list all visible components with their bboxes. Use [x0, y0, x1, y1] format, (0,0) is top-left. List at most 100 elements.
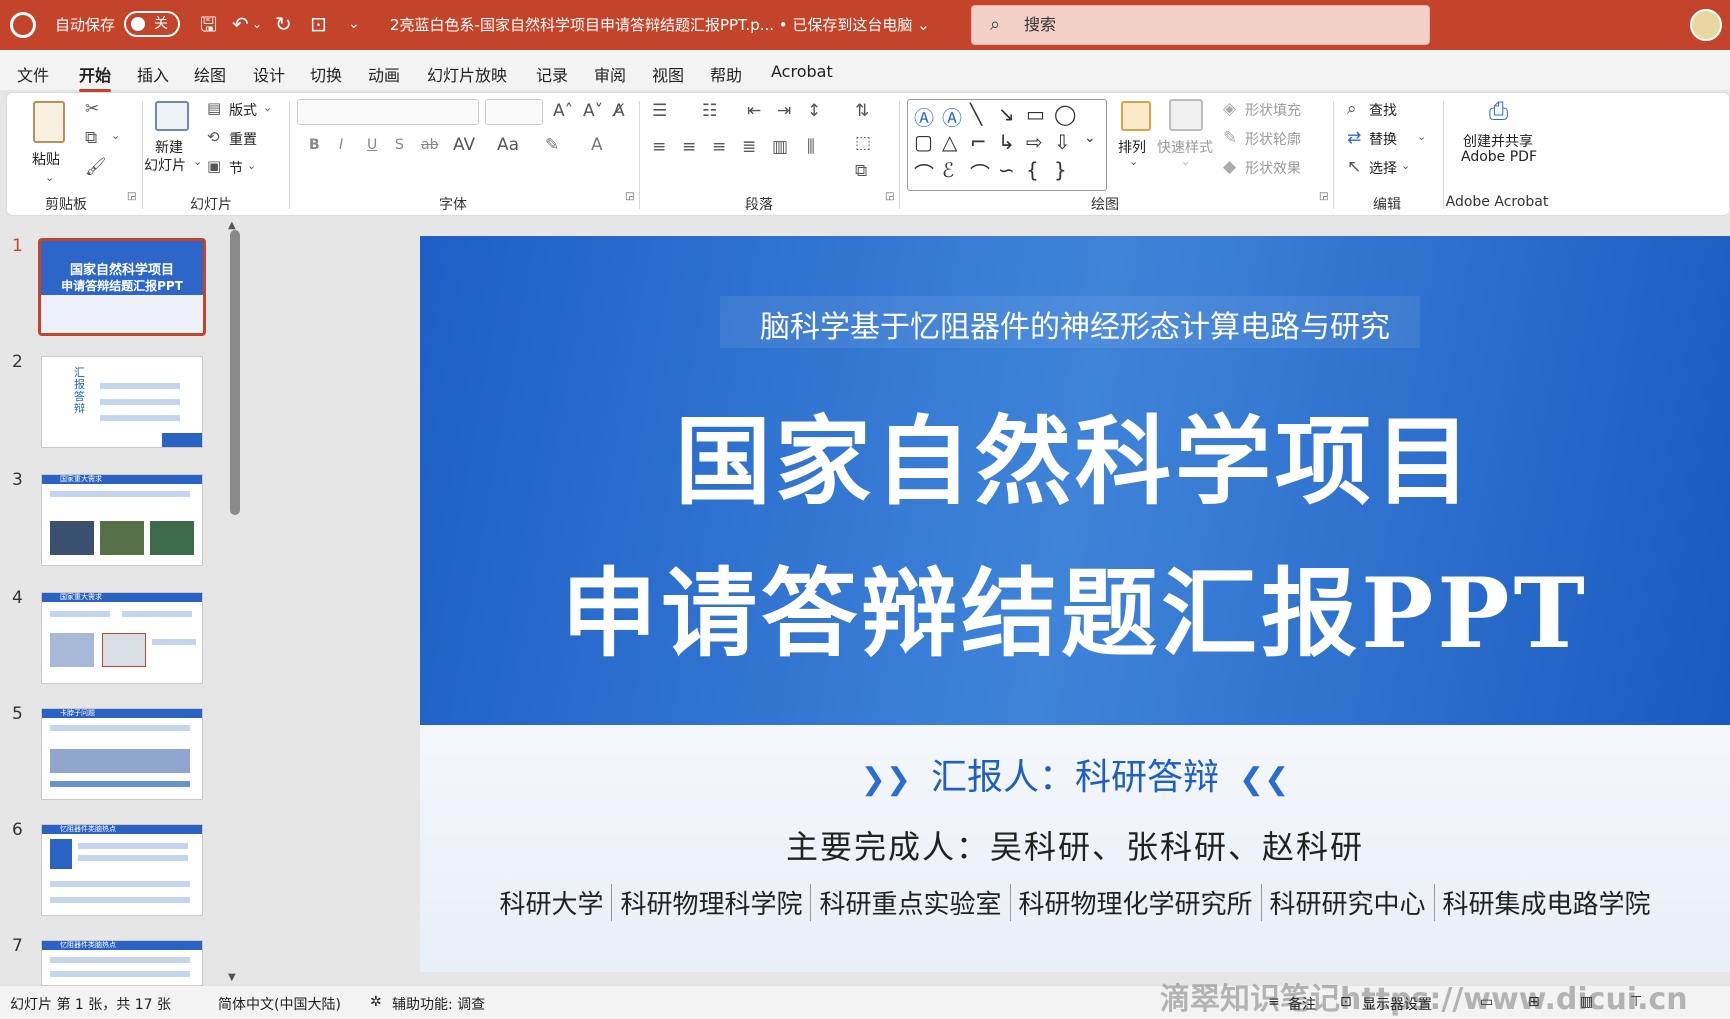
find-icon[interactable]: ⌕	[1347, 99, 1357, 119]
new-slide-label-1[interactable]: 新建	[155, 137, 183, 157]
arc-shape-icon[interactable]: ⌒	[970, 158, 990, 187]
select-label[interactable]: 选择	[1369, 158, 1397, 178]
text-direction-icon[interactable]: ⇅	[855, 101, 869, 121]
avatar[interactable]	[1690, 9, 1722, 41]
layout-icon[interactable]: ▤	[207, 99, 221, 117]
copy-icon[interactable]: ⧉	[85, 128, 97, 148]
line-spacing-icon[interactable]: ↕	[807, 101, 821, 121]
distributed-icon[interactable]: ▥	[772, 137, 788, 157]
slide-thumbnail-3[interactable]: 国家重大需求	[41, 474, 203, 566]
find-label[interactable]: 查找	[1369, 100, 1397, 120]
layout-dropdown-icon[interactable]: ⌄	[263, 101, 272, 114]
shape-outline-icon[interactable]: ✎	[1223, 128, 1237, 148]
replace-dropdown-icon[interactable]: ⌄	[1417, 130, 1426, 143]
tab-review[interactable]: 审阅	[594, 62, 626, 86]
new-slide-dropdown-icon[interactable]: ⌄	[193, 155, 202, 168]
arrow-line-shape-icon[interactable]: ↘	[998, 102, 1015, 126]
elbow-arrow-shape-icon[interactable]: ↳	[998, 130, 1015, 154]
document-title[interactable]: 2亮蓝白色系-国家自然科学项目申请答辩结题汇报PPT.p... • 已保存到这台…	[390, 14, 930, 35]
shapes-gallery[interactable]: Ⓐ Ⓐ ╲ ↘ ▭ ◯ ▢ △ ⌐ ↳ ⇨ ⇩ ⌒ ℰ ⌒ ∽ { } ⌄	[907, 99, 1107, 191]
font-launcher-icon[interactable]: ◲	[625, 191, 634, 202]
textbox-shape-icon[interactable]: Ⓐ	[914, 102, 934, 131]
present-icon[interactable]: ⊡	[310, 11, 327, 37]
arrange-dropdown-icon[interactable]: ⌄	[1129, 155, 1138, 168]
decrease-indent-icon[interactable]: ⇤	[747, 101, 761, 121]
tab-home[interactable]: 开始	[79, 62, 112, 92]
language-status[interactable]: 简体中文(中国大陆)	[218, 994, 341, 1014]
scroll-down-icon[interactable]: ▼	[228, 972, 236, 983]
tab-draw[interactable]: 绘图	[194, 62, 226, 86]
undo-dropdown-icon[interactable]: ⌄	[252, 11, 262, 37]
shapes-more-icon[interactable]: ⌄	[1084, 130, 1096, 146]
slide-subtitle[interactable]: 脑科学基于忆阻器件的神经形态计算电路与研究	[420, 302, 1730, 346]
rectangle-shape-icon[interactable]: ▭	[1026, 102, 1045, 126]
italic-button[interactable]: I	[339, 137, 343, 153]
elbow-connector-shape-icon[interactable]: ⌐	[970, 130, 987, 154]
highlight-icon[interactable]: ✎	[545, 135, 559, 155]
bold-button[interactable]: B	[309, 137, 320, 153]
triangle-shape-icon[interactable]: △	[942, 130, 957, 154]
institutions-line[interactable]: 科研大学 科研物理科学院 科研重点实验室 科研物理化学研究所 科研研究中心 科研集成电路学…	[420, 884, 1730, 921]
quick-styles-dropdown-icon[interactable]: ⌄	[1181, 155, 1190, 168]
oval-shape-icon[interactable]: ◯	[1054, 102, 1076, 126]
clipboard-launcher-icon[interactable]: ◲	[127, 191, 136, 202]
shape-fill-icon[interactable]: ◈	[1223, 99, 1236, 119]
customize-toolbar-icon[interactable]: ⌄	[348, 11, 360, 37]
shape-effects-label[interactable]: 形状效果	[1245, 158, 1301, 178]
increase-font-icon[interactable]: A˄	[553, 101, 573, 121]
undo-icon[interactable]: ↶	[232, 11, 249, 37]
paste-dropdown-icon[interactable]: ⌄	[45, 171, 54, 184]
right-brace-shape-icon[interactable]: }	[1054, 158, 1067, 182]
accessibility-status[interactable]: 辅助功能: 调查	[392, 994, 485, 1014]
font-color-icon[interactable]: A	[591, 135, 603, 155]
slide-title-line2[interactable]: 申请答辩结题汇报PPT	[420, 536, 1730, 675]
columns-icon[interactable]: ⫼	[807, 137, 815, 157]
shape-effects-icon[interactable]: ◆	[1223, 157, 1236, 177]
new-slide-icon[interactable]	[155, 101, 189, 131]
strikethrough-button[interactable]: ab	[421, 137, 438, 153]
right-arrow-shape-icon[interactable]: ⇨	[1026, 130, 1043, 154]
tab-file[interactable]: 文件	[17, 62, 49, 86]
slide-title-line1[interactable]: 国家自然科学项目	[420, 384, 1730, 523]
contributors-line[interactable]: 主要完成人：吴科研、张科研、赵科研	[420, 822, 1730, 868]
slide[interactable]: 脑科学基于忆阻器件的神经形态计算电路与研究 国家自然科学项目 申请答辩结题汇报P…	[420, 236, 1730, 972]
select-dropdown-icon[interactable]: ⌄	[1401, 159, 1410, 172]
slide-thumbnail-4[interactable]: 国家重大需求	[41, 592, 203, 684]
quick-styles-label[interactable]: 快速样式	[1157, 137, 1213, 157]
quick-styles-icon[interactable]	[1169, 99, 1203, 131]
tab-view[interactable]: 视图	[652, 62, 684, 86]
pdf-icon[interactable]: ⎙	[1489, 97, 1508, 125]
font-size-combo[interactable]	[485, 99, 543, 125]
create-pdf-label-1[interactable]: 创建并共享	[1463, 131, 1533, 151]
change-case-icon[interactable]: Aa	[497, 135, 519, 155]
curve-shape-icon[interactable]: ∽	[998, 158, 1015, 182]
reset-icon[interactable]: ⟲	[207, 128, 220, 146]
arrange-label[interactable]: 排列	[1118, 137, 1146, 157]
tab-insert[interactable]: 插入	[137, 62, 169, 86]
align-center-icon[interactable]: ≡	[682, 137, 696, 157]
line-shape-icon[interactable]: ╲	[970, 102, 982, 126]
autosave-toggle[interactable]: 关	[124, 11, 180, 37]
tab-transitions[interactable]: 切换	[310, 62, 342, 86]
section-dropdown-icon[interactable]: ⌄	[247, 159, 256, 172]
freeform-shape-icon[interactable]: ⌒	[914, 158, 934, 187]
save-icon[interactable]: 🖫	[200, 11, 217, 37]
down-arrow-shape-icon[interactable]: ⇩	[1054, 130, 1071, 154]
thumbnail-scrollbar-thumb[interactable]	[230, 230, 240, 515]
scroll-up-icon[interactable]: ▲	[228, 220, 236, 231]
new-slide-label-2[interactable]: 幻灯片	[144, 155, 186, 175]
section-icon[interactable]: ▣	[207, 157, 221, 175]
shape-fill-label[interactable]: 形状填充	[1245, 100, 1301, 120]
tab-record[interactable]: 记录	[536, 62, 568, 86]
arrange-icon[interactable]	[1121, 101, 1151, 131]
slide-count[interactable]: 幻灯片 第 1 张，共 17 张	[10, 994, 171, 1014]
vertical-textbox-shape-icon[interactable]: Ⓐ	[942, 102, 962, 131]
slide-thumbnail-7[interactable]: 忆阻器件类脑热点	[41, 940, 203, 986]
underline-button[interactable]: U	[367, 137, 377, 153]
paste-label[interactable]: 粘贴	[32, 149, 60, 169]
copy-dropdown-icon[interactable]: ⌄	[111, 129, 120, 142]
tab-acrobat[interactable]: Acrobat	[771, 62, 833, 81]
accessibility-icon[interactable]: ✲	[370, 994, 382, 1010]
drawing-launcher-icon[interactable]: ◲	[1319, 191, 1328, 202]
cut-icon[interactable]: ✂	[85, 99, 99, 119]
